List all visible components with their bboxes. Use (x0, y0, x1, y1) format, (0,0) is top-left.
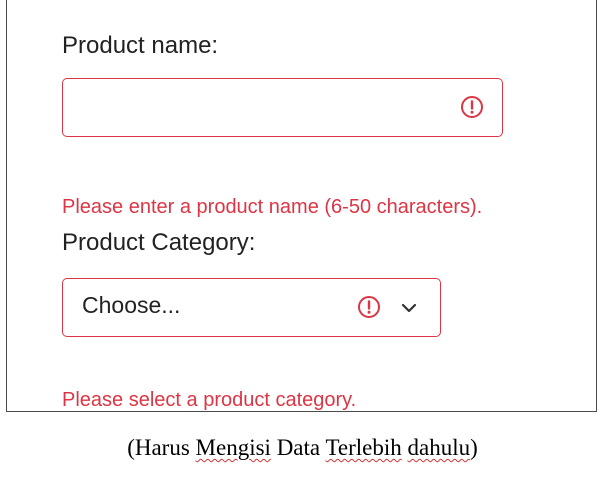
product-name-field[interactable] (62, 78, 503, 137)
caption-word-spellcheck: dahulu (407, 435, 471, 460)
product-name-feedback: Please enter a product name (6-50 charac… (62, 196, 483, 218)
figure-caption: (Harus Mengisi Data Terlebih dahulu) (0, 436, 605, 459)
caption-word-spellcheck: Terlebih (325, 435, 402, 460)
exclamation-circle-icon (358, 296, 380, 318)
caption-open-paren: ( (127, 435, 135, 460)
chevron-down-icon (401, 303, 417, 313)
product-name-input[interactable] (63, 79, 502, 136)
product-category-label: Product Category: (62, 229, 256, 256)
product-category-feedback: Please select a product category. (62, 389, 357, 411)
caption-word: Harus (134, 435, 190, 460)
product-name-label: Product name: (62, 32, 219, 59)
product-category-select[interactable]: Choose... (62, 278, 441, 337)
caption-word: Data (276, 435, 321, 460)
exclamation-circle-icon (461, 96, 483, 118)
caption-word-spellcheck: Mengisi (195, 435, 271, 460)
product-category-selected-value: Choose... (82, 292, 181, 318)
caption-close-paren: ) (470, 435, 478, 460)
